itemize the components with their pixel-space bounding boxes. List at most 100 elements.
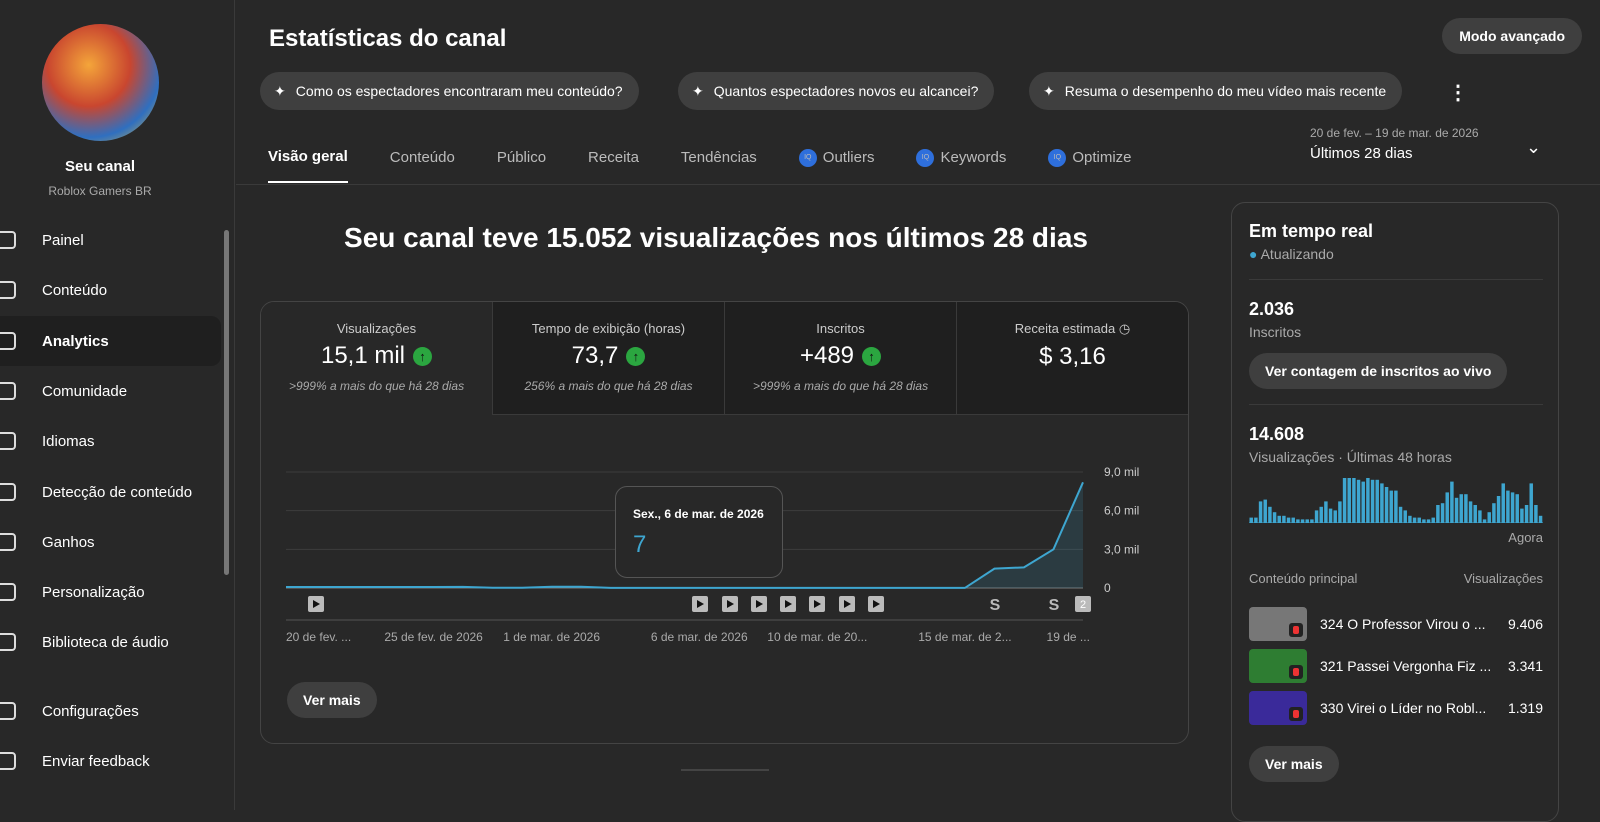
sidebar-item-label: Painel [42, 232, 84, 249]
community-icon [0, 382, 16, 400]
sidebar-item-label: Analytics [42, 333, 109, 350]
metric-value: 73,7 [572, 342, 619, 370]
tab-label: Receita [588, 149, 639, 166]
tab-overview[interactable]: Visão geral [268, 148, 348, 183]
realtime-bar [1366, 478, 1369, 523]
realtime-bar [1254, 518, 1257, 523]
video-thumbnail [1249, 691, 1307, 725]
dollar-icon [0, 533, 16, 551]
arrow-up-icon: ↑ [626, 347, 645, 366]
ai-chip[interactable]: ✦Resuma o desempenho do meu vídeo mais r… [1029, 72, 1402, 110]
sidebar-item-gear[interactable]: Configurações [0, 686, 221, 736]
tab-trends[interactable]: Tendências [681, 148, 757, 183]
metric-subscribers[interactable]: Inscritos+489↑>999% a mais do que há 28 … [725, 302, 957, 415]
tab-label: Outliers [823, 149, 875, 166]
tab-content[interactable]: Conteúdo [390, 148, 455, 183]
tab-label: Tendências [681, 149, 757, 166]
channel-title: Seu canal [0, 158, 200, 175]
realtime-bar [1376, 480, 1379, 523]
realtime-bar [1282, 516, 1285, 523]
dashboard-icon [0, 231, 16, 249]
shorts-marker-icon[interactable]: S [990, 597, 1001, 614]
vidiq-icon: IQ [799, 149, 817, 167]
realtime-bar [1371, 480, 1374, 523]
sidebar-item-analytics[interactable]: Analytics [0, 316, 221, 366]
x-tick-label: 1 de mar. de 2026 [503, 630, 600, 644]
see-more-button[interactable]: Ver mais [287, 682, 377, 718]
sidebar-item-copyright[interactable]: Detecção de conteúdo [0, 467, 221, 517]
realtime-bar [1418, 518, 1421, 523]
metric-views[interactable]: Visualizações15,1 mil↑>999% a mais do qu… [261, 302, 493, 415]
realtime-see-more-button[interactable]: Ver mais [1249, 746, 1339, 782]
shorts-icon [1289, 623, 1303, 637]
sidebar-item-label: Ganhos [42, 534, 95, 551]
realtime-bar [1343, 478, 1346, 523]
video-marker-icon[interactable] [868, 596, 884, 612]
ai-chip[interactable]: ✦Quantos espectadores novos eu alcancei? [678, 72, 994, 110]
more-vert-icon[interactable]: ⋮ [1448, 80, 1468, 105]
tab-optimize[interactable]: IQOptimize [1048, 148, 1131, 183]
realtime-bar [1259, 501, 1262, 523]
metric-revenue[interactable]: Receita estimada ◷$ 3,16 [957, 302, 1188, 415]
live-subscriber-count-button[interactable]: Ver contagem de inscritos ao vivo [1249, 353, 1507, 389]
content-icon [0, 281, 16, 299]
x-tick-label: 20 de fev. ... [286, 630, 351, 644]
views-value: 14.608 [1249, 424, 1543, 445]
sidebar-item-content[interactable]: Conteúdo [0, 265, 221, 315]
top-content-row[interactable]: 324 O Professor Virou o ...9.406 [1249, 607, 1543, 641]
video-marker-icon[interactable] [839, 596, 855, 612]
tab-keywords[interactable]: IQKeywords [916, 148, 1006, 183]
sidebar-item-feedback[interactable]: Enviar feedback [0, 736, 221, 786]
realtime-bar [1390, 491, 1393, 523]
tab-outliers[interactable]: IQ Outliers [799, 148, 875, 183]
video-marker-icon[interactable] [809, 596, 825, 612]
x-tick-label: 10 de mar. de 20... [767, 630, 867, 644]
sidebar-item-subtitles[interactable]: Idiomas [0, 416, 221, 466]
realtime-bar [1464, 494, 1467, 523]
metric-change: 256% a mais do que há 28 dias [493, 379, 724, 393]
video-marker-icon[interactable] [308, 596, 324, 612]
live-dot-icon: ● [1249, 246, 1257, 262]
subtitles-icon [0, 432, 16, 450]
realtime-bar [1348, 478, 1351, 523]
realtime-bar [1422, 519, 1425, 523]
sidebar-item-label: Configurações [42, 703, 139, 720]
video-marker-icon[interactable] [692, 596, 708, 612]
video-views: 3.341 [1508, 658, 1543, 674]
sidebar-item-audio-library[interactable]: Biblioteca de áudio [0, 617, 221, 667]
sidebar-item-community[interactable]: Comunidade [0, 366, 221, 416]
chevron-down-icon[interactable]: ⌄ [1526, 137, 1541, 158]
metric-value: +489 [800, 342, 854, 370]
marker-count-badge[interactable]: 2 [1075, 596, 1091, 612]
metric-watch-time[interactable]: Tempo de exibição (horas)73,7↑256% a mai… [493, 302, 725, 415]
advanced-mode-button[interactable]: Modo avançado [1442, 18, 1582, 54]
realtime-bar [1488, 512, 1491, 523]
realtime-bar [1427, 519, 1430, 523]
tab-audience[interactable]: Público [497, 148, 546, 183]
date-range-picker[interactable]: 20 de fev. – 19 de mar. de 2026 Últimos … [1310, 126, 1479, 162]
sidebar-item-label: Idiomas [42, 433, 95, 450]
realtime-bar [1408, 516, 1411, 523]
video-marker-icon[interactable] [722, 596, 738, 612]
video-marker-icon[interactable] [780, 596, 796, 612]
top-content-row[interactable]: 321 Passei Vergonha Fiz ...3.341 [1249, 649, 1543, 683]
x-tick-label: 6 de mar. de 2026 [651, 630, 748, 644]
sidebar-item-dashboard[interactable]: Painel [0, 215, 221, 265]
realtime-bar [1315, 510, 1318, 523]
shorts-marker-icon[interactable]: S [1049, 597, 1060, 614]
realtime-bar [1320, 507, 1323, 523]
sidebar-scrollbar[interactable] [224, 230, 229, 575]
channel-avatar[interactable] [42, 24, 159, 141]
top-views-header: Visualizações [1464, 571, 1543, 586]
now-label: Agora [1249, 530, 1543, 545]
sidebar-item-dollar[interactable]: Ganhos [0, 517, 221, 567]
tab-label: Público [497, 149, 546, 166]
ai-chip[interactable]: ✦Como os espectadores encontraram meu co… [260, 72, 639, 110]
video-marker-icon[interactable] [751, 596, 767, 612]
realtime-bar [1506, 491, 1509, 523]
top-content-row[interactable]: 330 Virei o Líder no Robl...1.319 [1249, 691, 1543, 725]
tab-revenue[interactable]: Receita [588, 148, 639, 183]
views-label: Visualizações · Últimas 48 horas [1249, 449, 1543, 465]
realtime-bar [1446, 492, 1449, 523]
sidebar-item-magic-wand[interactable]: Personalização [0, 567, 221, 617]
